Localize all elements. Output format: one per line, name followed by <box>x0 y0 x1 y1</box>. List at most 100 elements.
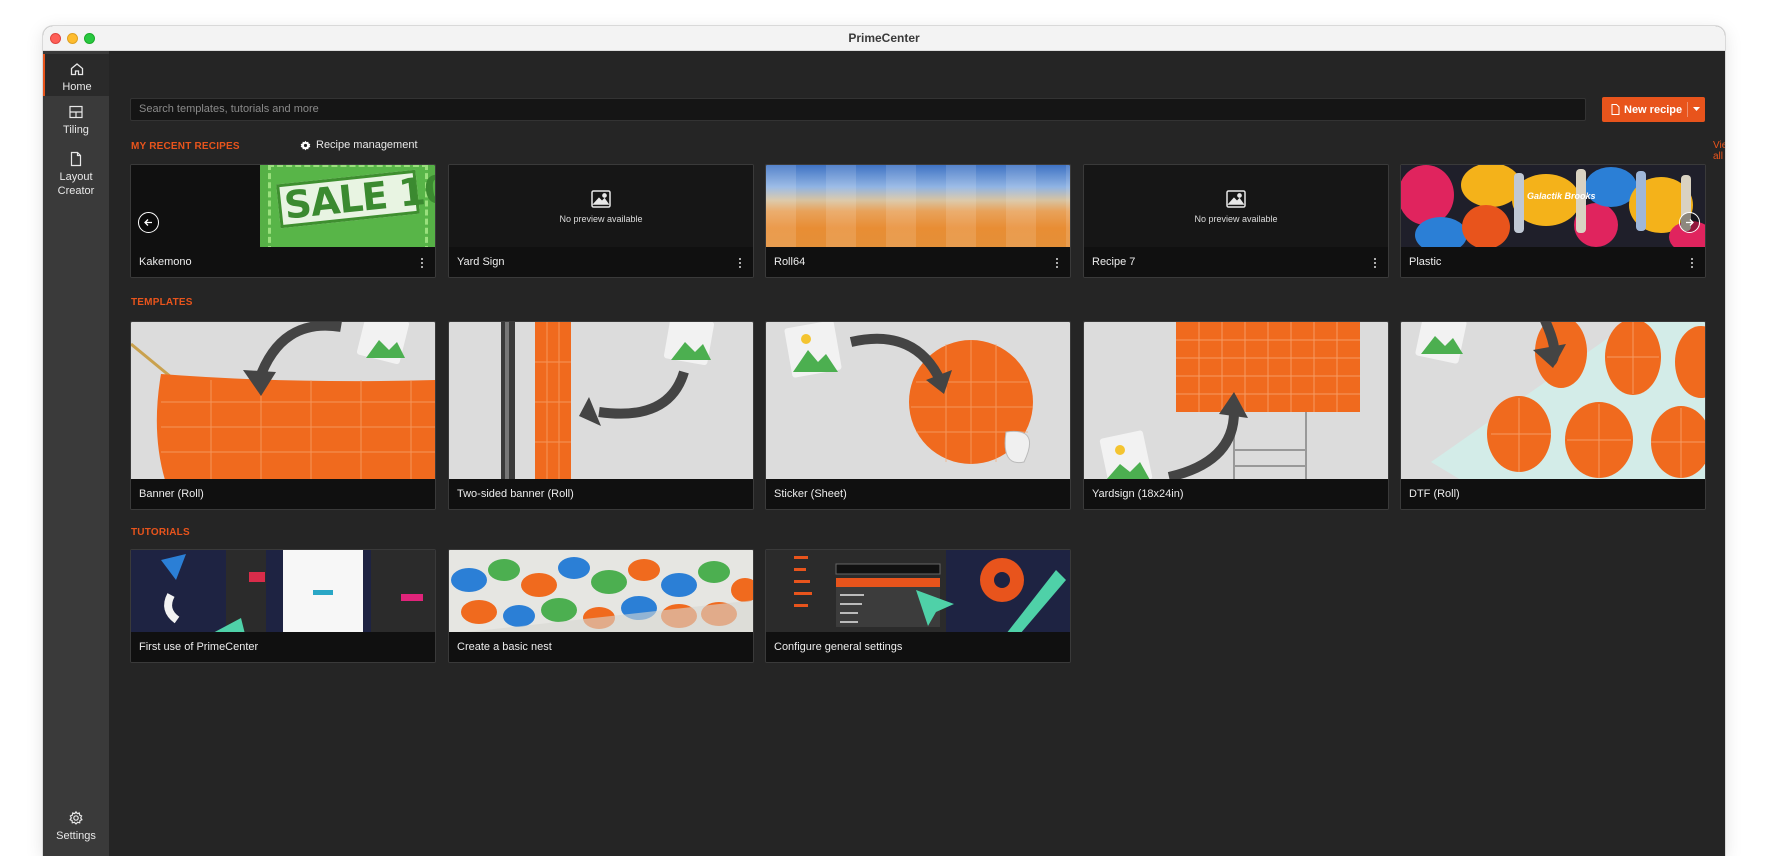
sidebar-item-tiling[interactable]: Tiling <box>43 104 109 137</box>
template-name: Banner (Roll) <box>131 479 435 509</box>
templates-heading: TEMPLATES <box>131 297 193 308</box>
recent-recipe-card[interactable]: SALE 10% Kakemono <box>130 164 436 278</box>
tutorial-thumbnail <box>766 550 1070 634</box>
plastic-preview-text: Galactik Brooks <box>1527 191 1596 201</box>
recipe-thumbnail: Galactik Brooks <box>1401 165 1705 249</box>
template-thumbnail <box>1401 322 1705 480</box>
view-all-link[interactable]: View all <box>1713 140 1725 162</box>
search-input[interactable]: Search templates, tutorials and more <box>130 98 1586 121</box>
recipe-name: Roll64 <box>766 247 1070 277</box>
template-card[interactable]: Sticker (Sheet) <box>765 321 1071 510</box>
recipe-name: Yard Sign <box>449 247 753 277</box>
template-thumbnail <box>1084 322 1388 480</box>
two-sided-banner-illustration <box>501 322 715 480</box>
app-window: PrimeCenter Home Tiling Layout Creator S… <box>43 26 1725 856</box>
recipe-management-link[interactable]: Recipe management <box>300 139 418 151</box>
tutorial-thumbnail <box>449 550 753 634</box>
minimize-window-button[interactable] <box>67 33 78 44</box>
no-preview-text: No preview available <box>1194 214 1278 224</box>
no-preview-placeholder: No preview available <box>1084 165 1388 249</box>
more-options-icon[interactable] <box>421 258 423 268</box>
new-document-icon <box>1611 104 1620 115</box>
sidebar-item-label: Tiling <box>63 124 89 136</box>
window-controls <box>50 33 95 44</box>
template-card[interactable]: DTF (Roll) <box>1400 321 1706 510</box>
template-card[interactable]: Two-sided banner (Roll) <box>448 321 754 510</box>
recipe-name: Plastic <box>1401 247 1705 277</box>
tutorials-heading: TUTORIALS <box>131 527 190 538</box>
dtf-illustration <box>1415 322 1705 480</box>
settings-illustration <box>766 550 1070 634</box>
sidebar-item-label: Settings <box>56 830 96 842</box>
more-options-icon[interactable] <box>1056 258 1058 268</box>
tutorial-name: First use of PrimeCenter <box>131 632 435 662</box>
image-icon <box>591 190 611 208</box>
home-icon <box>70 63 84 76</box>
tutorial-card[interactable]: Configure general settings <box>765 549 1071 663</box>
recipe-management-label: Recipe management <box>316 139 418 151</box>
stickers-preview-image <box>1401 165 1705 249</box>
zoom-window-button[interactable] <box>84 33 95 44</box>
caret-down-icon <box>1693 107 1700 111</box>
new-recipe-dropdown[interactable] <box>1688 107 1705 112</box>
recent-recipe-card[interactable]: Galactik Brooks Plastic <box>1400 164 1706 278</box>
carousel-next-button[interactable] <box>1679 212 1700 233</box>
recent-recipe-card[interactable]: No preview available Yard Sign <box>448 164 754 278</box>
sidebar-item-label: Layout Creator <box>57 171 95 197</box>
first-use-illustration <box>131 550 435 634</box>
sidebar-item-layout-creator[interactable]: Layout Creator <box>43 151 109 198</box>
no-preview-text: No preview available <box>559 214 643 224</box>
tutorial-thumbnail <box>131 550 435 634</box>
window-title: PrimeCenter <box>848 31 920 45</box>
tutorial-card[interactable]: Create a basic nest <box>448 549 754 663</box>
template-card[interactable]: Banner (Roll) <box>130 321 436 510</box>
sticker-illustration <box>784 322 1033 464</box>
image-icon <box>1226 190 1246 208</box>
nest-illustration <box>449 550 753 634</box>
recipe-thumbnail: No preview available <box>1084 165 1388 249</box>
template-thumbnail <box>131 322 435 480</box>
template-name: Yardsign (18x24in) <box>1084 479 1388 509</box>
recent-recipe-card[interactable]: Roll64 <box>765 164 1071 278</box>
document-icon <box>70 151 82 167</box>
tutorial-name: Configure general settings <box>766 632 1070 662</box>
new-recipe-label: New recipe <box>1624 103 1683 116</box>
tiling-icon <box>69 105 83 119</box>
recipe-thumbnail <box>766 165 1070 249</box>
more-options-icon[interactable] <box>739 258 741 268</box>
sidebar-item-settings[interactable]: Settings <box>43 810 109 843</box>
template-name: Sticker (Sheet) <box>766 479 1070 509</box>
recent-recipes-heading: MY RECENT RECIPES <box>131 141 240 152</box>
sidebar: Home Tiling Layout Creator Settings <box>43 51 109 856</box>
template-card[interactable]: Yardsign (18x24in) <box>1083 321 1389 510</box>
main-content: Search templates, tutorials and more New… <box>109 51 1725 856</box>
sale-banner-image: SALE 10% <box>260 165 435 249</box>
close-window-button[interactable] <box>50 33 61 44</box>
no-preview-placeholder: No preview available <box>449 165 753 249</box>
carousel-prev-button[interactable] <box>138 212 159 233</box>
recent-recipe-card[interactable]: No preview available Recipe 7 <box>1083 164 1389 278</box>
more-options-icon[interactable] <box>1374 258 1376 268</box>
recipe-thumbnail: No preview available <box>449 165 753 249</box>
gear-icon <box>69 810 83 825</box>
more-options-icon[interactable] <box>1691 258 1693 268</box>
sidebar-item-home[interactable]: Home <box>43 54 109 96</box>
sidebar-item-label: Home <box>62 81 92 93</box>
recipe-name: Kakemono <box>131 247 435 277</box>
tutorial-name: Create a basic nest <box>449 632 753 662</box>
template-thumbnail <box>449 322 753 480</box>
new-recipe-button[interactable]: New recipe <box>1602 97 1705 122</box>
banner-illustration <box>131 322 435 480</box>
arrow-left-icon <box>144 219 152 226</box>
recipe-thumbnail: SALE 10% <box>131 165 435 249</box>
template-name: Two-sided banner (Roll) <box>449 479 753 509</box>
template-name: DTF (Roll) <box>1401 479 1705 509</box>
yardsign-illustration <box>1099 322 1360 480</box>
gear-icon <box>300 140 311 150</box>
arrow-right-icon <box>1686 219 1694 226</box>
recipe-name: Recipe 7 <box>1084 247 1388 277</box>
template-thumbnail <box>766 322 1070 480</box>
title-bar: PrimeCenter <box>43 26 1725 51</box>
new-recipe-main[interactable]: New recipe <box>1602 97 1687 122</box>
tutorial-card[interactable]: First use of PrimeCenter <box>130 549 436 663</box>
